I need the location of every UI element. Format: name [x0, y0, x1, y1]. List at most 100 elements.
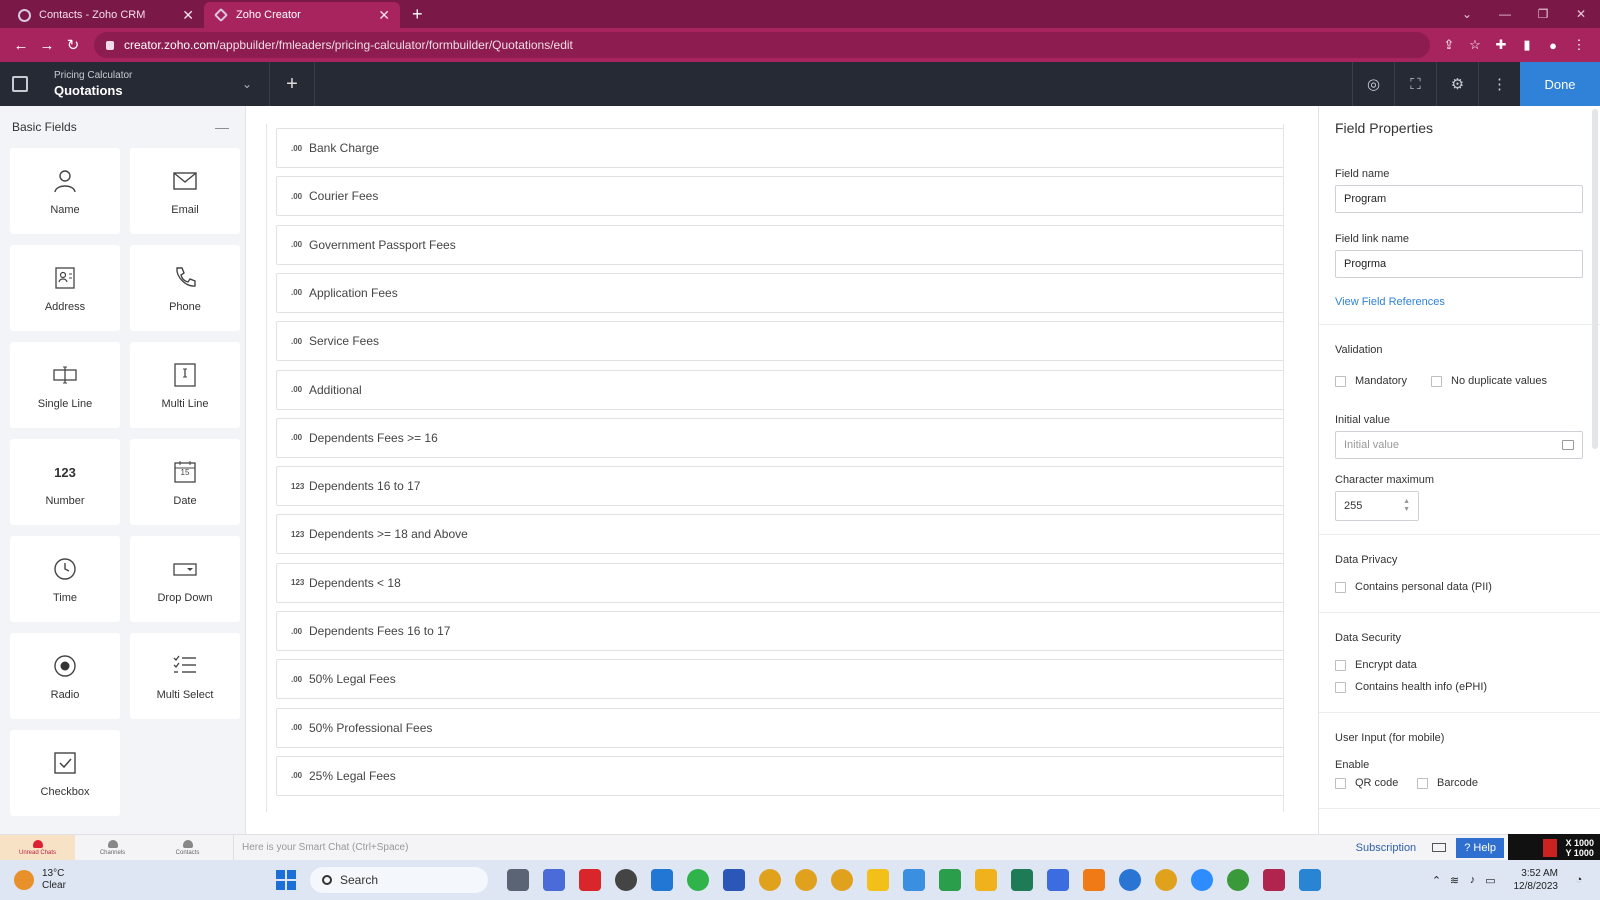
notification-icon[interactable]: ◔ — [1572, 874, 1586, 886]
acrobat-icon[interactable] — [579, 869, 601, 891]
restore-icon[interactable]: ❐ — [1524, 7, 1562, 21]
chrome-profile-icon[interactable] — [795, 869, 817, 891]
field-link-name-input[interactable]: Progrma — [1335, 250, 1583, 278]
properties-scrollbar[interactable] — [1592, 109, 1598, 449]
field-tile-time[interactable]: Time — [10, 536, 120, 622]
char-max-stepper[interactable]: 255 ▲ ▼ — [1335, 491, 1419, 521]
form-title-block[interactable]: Pricing Calculator Quotations — [40, 70, 235, 98]
form-field-row[interactable]: .00 Government Passport Fees — [276, 224, 1283, 265]
field-tile-radio[interactable]: Radio — [10, 633, 120, 719]
app-icon[interactable] — [1119, 869, 1141, 891]
vpn-icon[interactable] — [1047, 869, 1069, 891]
sticky-notes-icon[interactable] — [867, 869, 889, 891]
form-field-row[interactable]: .00 Bank Charge — [276, 128, 1283, 168]
form-field-row[interactable]: .00 Dependents Fees 16 to 17 — [276, 611, 1283, 651]
more-icon[interactable]: ⋮ — [1478, 62, 1520, 106]
add-form-icon[interactable]: + — [269, 62, 315, 106]
barcode-checkbox[interactable]: Barcode — [1417, 777, 1478, 789]
initial-value-input[interactable]: Initial value — [1335, 431, 1583, 459]
tab-search-icon[interactable]: ⌄ — [1448, 7, 1486, 21]
media-player-icon[interactable] — [1011, 869, 1033, 891]
chrome-fourth-icon[interactable] — [1155, 869, 1177, 891]
field-tile-email[interactable]: Email — [130, 148, 240, 234]
field-tile-single-line[interactable]: Single Line — [10, 342, 120, 428]
unread-chats-button[interactable]: Unread Chats — [0, 834, 75, 861]
formula-icon[interactable] — [1562, 440, 1574, 450]
mandatory-checkbox[interactable]: Mandatory — [1335, 375, 1407, 387]
edge-icon[interactable] — [1227, 869, 1249, 891]
form-list-icon[interactable] — [0, 62, 40, 106]
chevron-down-icon[interactable]: ⌄ — [235, 77, 259, 91]
workflow-icon[interactable]: ⛶ — [1394, 62, 1436, 106]
contacts-button[interactable]: Contacts — [150, 835, 225, 861]
form-field-row[interactable]: .00 Application Fees — [276, 272, 1283, 313]
field-tile-name[interactable]: Name — [10, 148, 120, 234]
help-button[interactable]: ? Help — [1456, 837, 1504, 858]
clock[interactable]: 3:52 AM 12/8/2023 — [1514, 867, 1559, 893]
back-icon[interactable]: ← — [8, 37, 34, 54]
reload-icon[interactable]: ↻ — [60, 36, 86, 54]
collapse-icon[interactable]: — — [215, 119, 229, 135]
browser-tab-creator[interactable]: Zoho Creator ✕ — [204, 2, 400, 28]
subscription-link[interactable]: Subscription — [1356, 842, 1417, 854]
form-field-row[interactable]: .00 Additional — [276, 369, 1283, 410]
meet-icon[interactable] — [543, 869, 565, 891]
form-field-row[interactable]: .00 50% Legal Fees — [276, 659, 1283, 700]
sidepanel-icon[interactable]: ▮ — [1514, 37, 1540, 53]
smart-chat-input[interactable]: Here is your Smart Chat (Ctrl+Space) — [233, 834, 1356, 861]
form-field-row[interactable]: .00 Dependents Fees >= 16 — [276, 417, 1283, 458]
whatsapp-icon[interactable] — [687, 869, 709, 891]
field-tile-number[interactable]: 123 Number — [10, 439, 120, 525]
keyboard-icon[interactable] — [1432, 843, 1447, 852]
profile-icon[interactable]: ● — [1540, 38, 1566, 53]
windows-start-icon[interactable] — [276, 870, 296, 890]
form-field-row[interactable]: 123 Dependents < 18 — [276, 562, 1283, 603]
form-field-row[interactable]: .00 50% Professional Fees — [276, 707, 1283, 748]
form-field-row[interactable]: 123 Dependents 16 to 17 — [276, 466, 1283, 507]
snipping-tool-icon[interactable] — [1263, 869, 1285, 891]
volume-icon[interactable]: ♪ — [1466, 874, 1480, 886]
remote-desktop-icon[interactable] — [1299, 869, 1321, 891]
taskbar-search[interactable]: Search — [310, 867, 488, 893]
vlc-icon[interactable] — [1083, 869, 1105, 891]
gear-icon[interactable]: ⚙ — [1436, 62, 1478, 106]
pii-checkbox[interactable]: Contains personal data (PII) — [1335, 581, 1492, 593]
close-icon[interactable]: ✕ — [378, 7, 390, 24]
chevron-up-icon[interactable]: ⌃ — [1430, 874, 1444, 887]
field-tile-checkbox[interactable]: Checkbox — [10, 730, 120, 816]
field-tile-multi-select[interactable]: Multi Select — [130, 633, 240, 719]
url-field[interactable]: creator.zoho.com/appbuilder/fmleaders/pr… — [94, 32, 1430, 58]
battery-icon[interactable]: ▭ — [1484, 874, 1498, 887]
word-icon[interactable] — [723, 869, 745, 891]
task-view-icon[interactable] — [507, 869, 529, 891]
qr-code-checkbox[interactable]: QR code — [1335, 777, 1398, 789]
form-field-row[interactable]: .00 25% Legal Fees — [276, 755, 1283, 796]
chrome-alt-icon[interactable] — [831, 869, 853, 891]
channels-button[interactable]: Channels — [75, 835, 150, 861]
done-button[interactable]: Done — [1520, 62, 1600, 106]
field-tile-address[interactable]: Address — [10, 245, 120, 331]
form-field-row[interactable]: 123 Dependents >= 18 and Above — [276, 514, 1283, 555]
mail-app-icon[interactable] — [903, 869, 925, 891]
field-tile-date[interactable]: 15 Date — [130, 439, 240, 525]
chrome-icon[interactable] — [759, 869, 781, 891]
new-tab-icon[interactable]: + — [400, 2, 435, 28]
star-icon[interactable]: ☆ — [1462, 37, 1488, 53]
share-icon[interactable]: ⇪ — [1436, 37, 1462, 53]
wifi-icon[interactable]: ≋ — [1448, 874, 1462, 887]
window-close-icon[interactable]: ✕ — [1562, 7, 1600, 21]
store-icon[interactable] — [939, 869, 961, 891]
close-icon[interactable]: ✕ — [182, 7, 194, 24]
vscode-icon[interactable] — [651, 869, 673, 891]
view-field-references-link[interactable]: View Field References — [1335, 296, 1445, 308]
file-explorer-icon[interactable] — [975, 869, 997, 891]
stepper-arrows-icon[interactable]: ▲ ▼ — [1403, 498, 1410, 514]
zoom-icon[interactable] — [1191, 869, 1213, 891]
encrypt-checkbox[interactable]: Encrypt data — [1335, 659, 1417, 671]
form-field-row[interactable]: .00 Courier Fees — [276, 176, 1283, 217]
extensions-icon[interactable]: ✚ — [1488, 37, 1514, 53]
field-tile-multi-line[interactable]: Multi Line — [130, 342, 240, 428]
field-name-input[interactable]: Program — [1335, 185, 1583, 213]
no-duplicate-checkbox[interactable]: No duplicate values — [1431, 375, 1547, 387]
forward-icon[interactable]: → — [34, 37, 60, 54]
